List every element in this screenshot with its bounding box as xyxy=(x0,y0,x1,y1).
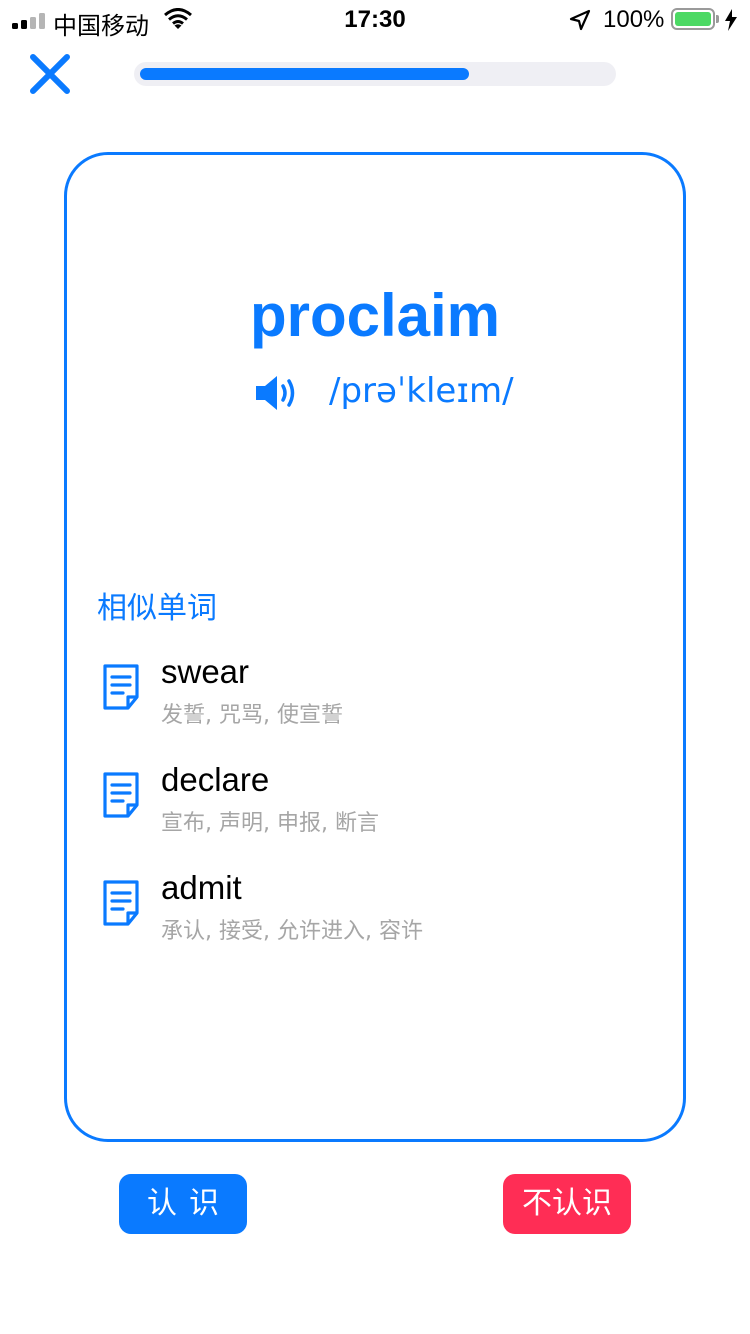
word-title: proclaim xyxy=(249,282,501,349)
battery-icon xyxy=(671,8,715,30)
similar-word-item[interactable]: declare 宣布, 声明, 申报, 断言 xyxy=(97,761,657,869)
word-card: proclaim /prəˈkleɪm/ 相似单词 swear 发誓, 咒骂, … xyxy=(64,152,686,1142)
progress-bar xyxy=(134,62,616,86)
battery-percent: 100% xyxy=(603,6,665,33)
similar-words-list: swear 发誓, 咒骂, 使宣誓 declare 宣布, 声明, 申报, 断言… xyxy=(97,653,657,977)
dont-know-button[interactable]: 不认识 xyxy=(503,1174,631,1234)
similar-word: admit xyxy=(161,869,242,906)
location-arrow-icon xyxy=(569,9,591,31)
speaker-icon[interactable] xyxy=(253,373,303,413)
document-icon xyxy=(103,772,139,818)
similar-word-item[interactable]: admit 承认, 接受, 允许进入, 容许 xyxy=(97,869,657,977)
phonetic-text: /prəˈkleɪm/ xyxy=(329,371,514,411)
battery-cap xyxy=(716,15,719,23)
document-icon xyxy=(103,664,139,710)
document-icon xyxy=(103,880,139,926)
similar-word-meaning: 承认, 接受, 允许进入, 容许 xyxy=(161,919,423,944)
progress-fill xyxy=(140,68,469,80)
similar-word: swear xyxy=(161,653,250,690)
similar-word: declare xyxy=(161,761,270,798)
battery-fill xyxy=(675,12,711,26)
similar-word-meaning: 宣布, 声明, 申报, 断言 xyxy=(161,811,379,836)
close-icon[interactable] xyxy=(28,54,72,94)
similar-words-title: 相似单词 xyxy=(97,591,217,626)
status-bar: 中国移动 17:30 100% xyxy=(0,0,750,40)
charging-bolt-icon xyxy=(725,9,737,31)
similar-word-item[interactable]: swear 发誓, 咒骂, 使宣誓 xyxy=(97,653,657,761)
know-button[interactable]: 认识 xyxy=(119,1174,247,1234)
similar-word-meaning: 发誓, 咒骂, 使宣誓 xyxy=(161,703,343,728)
